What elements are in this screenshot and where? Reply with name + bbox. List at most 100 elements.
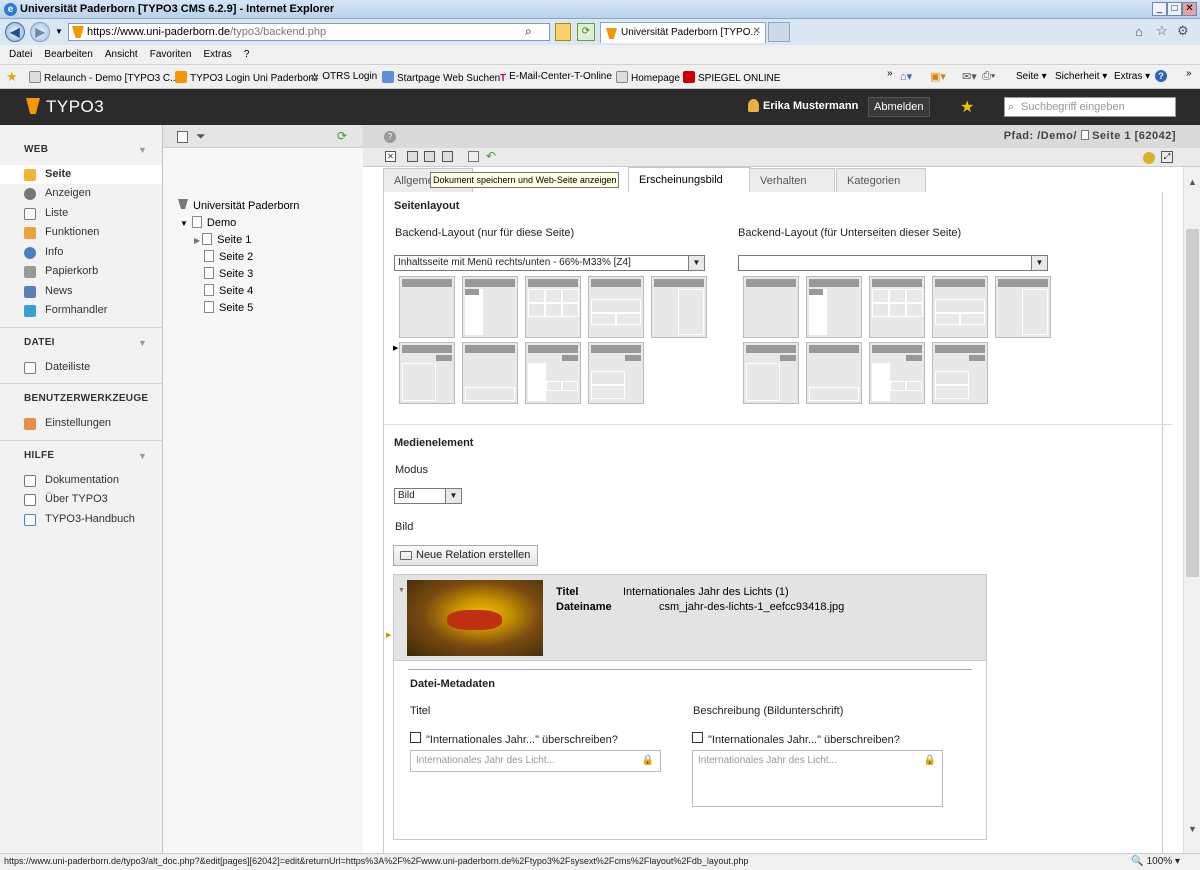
- back-button[interactable]: ◀: [5, 22, 25, 42]
- menu-favoriten[interactable]: Favoriten: [150, 49, 192, 60]
- menu-datei[interactable]: Datei: [9, 49, 32, 60]
- layout-option[interactable]: [588, 342, 644, 404]
- module-news[interactable]: News: [0, 282, 162, 301]
- scroll-thumb[interactable]: [1186, 229, 1199, 577]
- module-anzeigen[interactable]: Anzeigen: [0, 184, 162, 203]
- layout-option[interactable]: [869, 342, 925, 404]
- select-modus[interactable]: Bild ▼: [394, 488, 462, 504]
- logout-button[interactable]: Abmelden: [868, 97, 930, 117]
- fav-startpage[interactable]: Startpage Web Suchen: [382, 71, 500, 84]
- chevron-down-icon[interactable]: ▼: [688, 256, 704, 270]
- override-titel-checkbox[interactable]: [410, 732, 421, 743]
- fav-relaunch[interactable]: Relaunch - Demo [TYPO3 C...: [29, 71, 179, 84]
- close-button[interactable]: ✕: [1182, 2, 1197, 16]
- chevron-down-icon[interactable]: ▼: [1031, 256, 1047, 270]
- override-beschreibung-checkbox[interactable]: [692, 732, 703, 743]
- select-backend-layout-this[interactable]: Inhaltsseite mit Menü rechts/unten - 66%…: [394, 255, 705, 271]
- home-icon[interactable]: ⌂: [1135, 24, 1143, 39]
- module-ueber-typo3[interactable]: Über TYPO3: [0, 490, 162, 509]
- undo-icon[interactable]: ↶: [486, 149, 496, 163]
- favorites-icon[interactable]: ★: [6, 69, 18, 85]
- module-papierkorb[interactable]: Papierkorb: [0, 262, 162, 281]
- fullscreen-icon[interactable]: ⤢: [1161, 151, 1173, 163]
- cmd-extras[interactable]: Extras ▾: [1114, 71, 1150, 82]
- chevron-more-icon[interactable]: »: [1186, 68, 1192, 79]
- history-dropdown-icon[interactable]: ▼: [55, 27, 63, 36]
- tree-seite-4[interactable]: Seite 4: [204, 284, 253, 297]
- fav-typo3-login[interactable]: TYPO3 Login Uni Paderborn: [175, 71, 317, 84]
- layout-option[interactable]: [462, 342, 518, 404]
- feed-icon[interactable]: ▣▾: [930, 70, 946, 83]
- layout-option[interactable]: [806, 276, 862, 338]
- module-seite[interactable]: Seite: [0, 165, 162, 184]
- favorites-star-icon[interactable]: ☆: [1156, 23, 1168, 39]
- save-new-icon[interactable]: [442, 151, 453, 162]
- minimize-button[interactable]: _: [1152, 2, 1167, 16]
- user-name[interactable]: Erika Mustermann: [763, 100, 858, 112]
- module-einstellungen[interactable]: Einstellungen: [0, 414, 162, 433]
- layout-option[interactable]: [462, 276, 518, 338]
- fav-otrs[interactable]: ✲ OTRS Login: [310, 71, 377, 84]
- chevron-more-icon[interactable]: »: [887, 68, 893, 79]
- layout-option[interactable]: [525, 276, 581, 338]
- menu-bearbeiten[interactable]: Bearbeiten: [44, 49, 92, 60]
- group-hilfe[interactable]: HILFE: [24, 450, 54, 461]
- search-icon[interactable]: ⌕: [525, 24, 532, 39]
- fav-email-center[interactable]: T E-Mail-Center-T-Online: [500, 71, 612, 85]
- gear-icon[interactable]: ⚙: [1177, 23, 1189, 39]
- module-typo3-handbuch[interactable]: TYPO3-Handbuch: [0, 510, 162, 529]
- scroll-down-icon[interactable]: ▼: [1188, 824, 1197, 834]
- tab-kategorien[interactable]: Kategorien: [836, 168, 926, 193]
- menu-extras[interactable]: Extras: [203, 49, 231, 60]
- new-tab-button[interactable]: [768, 22, 790, 42]
- module-info[interactable]: Info: [0, 243, 162, 262]
- layout-option[interactable]: [743, 276, 799, 338]
- layout-option[interactable]: [525, 342, 581, 404]
- tree-seite-1[interactable]: ▶ Seite 1: [194, 233, 251, 246]
- group-benutzerwerkzeuge[interactable]: BENUTZERWERKZEUGE: [24, 393, 148, 404]
- group-datei[interactable]: DATEI: [24, 337, 55, 348]
- mail-icon[interactable]: ✉▾: [962, 70, 977, 83]
- select-backend-layout-sub[interactable]: ▼: [738, 255, 1048, 271]
- add-shortcut-icon[interactable]: [1143, 152, 1155, 164]
- tree-seite-3[interactable]: Seite 3: [204, 267, 253, 280]
- layout-option[interactable]: [932, 342, 988, 404]
- help-icon[interactable]: ?: [1155, 70, 1167, 82]
- forward-button[interactable]: ▶: [30, 22, 50, 42]
- close-doc-icon[interactable]: ✕: [385, 151, 396, 162]
- expand-arrow-icon[interactable]: ▼: [180, 219, 188, 228]
- tab-verhalten[interactable]: Verhalten: [749, 168, 835, 193]
- tab-erscheinungsbild[interactable]: Erscheinungsbild: [628, 167, 751, 193]
- tree-seite-2[interactable]: Seite 2: [204, 250, 253, 263]
- layout-option[interactable]: [869, 276, 925, 338]
- module-funktionen[interactable]: Funktionen: [0, 223, 162, 242]
- file-relation-header[interactable]: ▼ Titel Internationales Jahr des Lichts …: [394, 575, 986, 661]
- fav-spiegel[interactable]: SPIEGEL ONLINE: [683, 71, 780, 84]
- tree-demo[interactable]: ▼ Demo: [180, 216, 236, 229]
- menu-ansicht[interactable]: Ansicht: [105, 49, 138, 60]
- filter-icon[interactable]: ⏷: [196, 129, 206, 144]
- reload-tree-icon[interactable]: ⟳: [337, 129, 347, 143]
- help-circle-icon[interactable]: ?: [384, 131, 396, 143]
- scroll-up-icon[interactable]: ▲: [1188, 177, 1197, 187]
- refresh-icon[interactable]: ⟳: [577, 23, 595, 41]
- layout-option[interactable]: [743, 342, 799, 404]
- chevron-down-icon[interactable]: ▼: [445, 489, 461, 503]
- group-web[interactable]: WEB: [24, 144, 48, 155]
- layout-option[interactable]: [995, 276, 1051, 338]
- collapse-arrow-icon[interactable]: ▼: [138, 338, 147, 348]
- cmd-sicherheit[interactable]: Sicherheit ▾: [1055, 71, 1107, 82]
- collapsed-arrow-icon[interactable]: ▶: [194, 236, 200, 245]
- zoom-level[interactable]: 🔍 100% ▾: [1131, 854, 1180, 869]
- url-field[interactable]: https://www.uni-paderborn.de/typo3/backe…: [68, 23, 550, 41]
- fav-homepage[interactable]: Homepage: [616, 71, 680, 84]
- layout-option[interactable]: [651, 276, 707, 338]
- layout-option[interactable]: [399, 276, 455, 338]
- layout-option[interactable]: [932, 276, 988, 338]
- module-formhandler[interactable]: Formhandler: [0, 301, 162, 320]
- vertical-scrollbar[interactable]: ▲ ▼: [1183, 167, 1200, 853]
- collapse-arrow-icon[interactable]: ▼: [398, 587, 405, 594]
- close-tab-icon[interactable]: ✕: [753, 26, 761, 37]
- browser-tab[interactable]: Universität Paderborn [TYPO... ✕: [600, 22, 766, 43]
- tree-root[interactable]: Universität Paderborn: [178, 199, 299, 212]
